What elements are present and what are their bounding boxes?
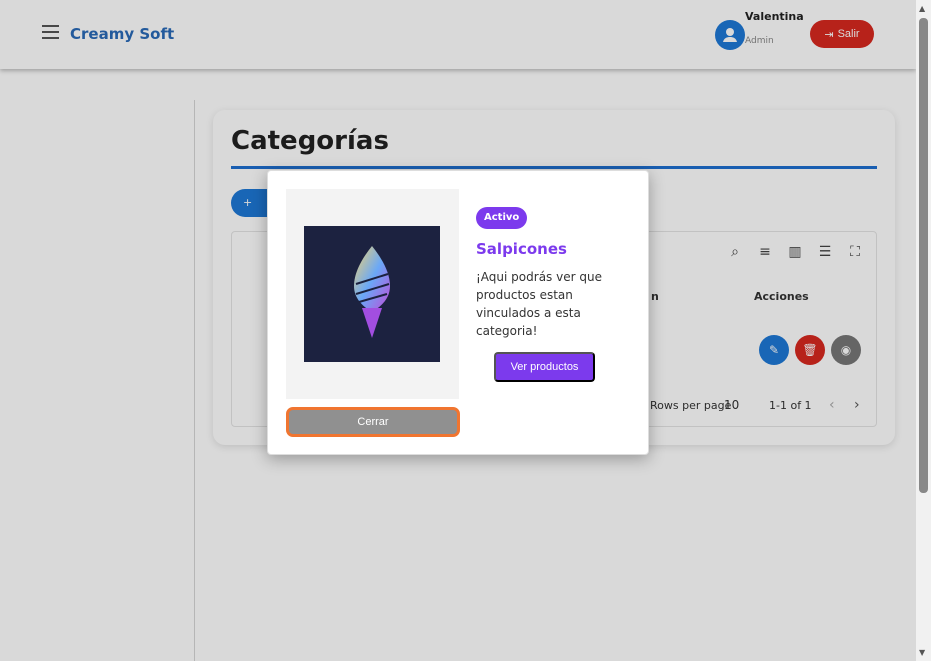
category-image bbox=[304, 226, 440, 362]
close-button[interactable]: Cerrar bbox=[286, 407, 460, 437]
page-scrollbar[interactable]: ▲ ▼ bbox=[916, 0, 931, 661]
category-name: Salpicones bbox=[476, 240, 567, 258]
status-badge: Activo bbox=[476, 207, 528, 229]
category-description: ¡Aqui podrás ver que productos estan vin… bbox=[476, 270, 602, 338]
scroll-thumb[interactable] bbox=[919, 18, 928, 493]
scroll-down-icon[interactable]: ▼ bbox=[919, 648, 925, 657]
view-products-button[interactable]: Ver productos bbox=[494, 352, 595, 382]
category-image-panel bbox=[286, 189, 459, 399]
category-modal: Cerrar Activo Salpicones ¡Aqui podrás ve… bbox=[267, 170, 649, 455]
scroll-up-icon[interactable]: ▲ bbox=[919, 4, 925, 13]
